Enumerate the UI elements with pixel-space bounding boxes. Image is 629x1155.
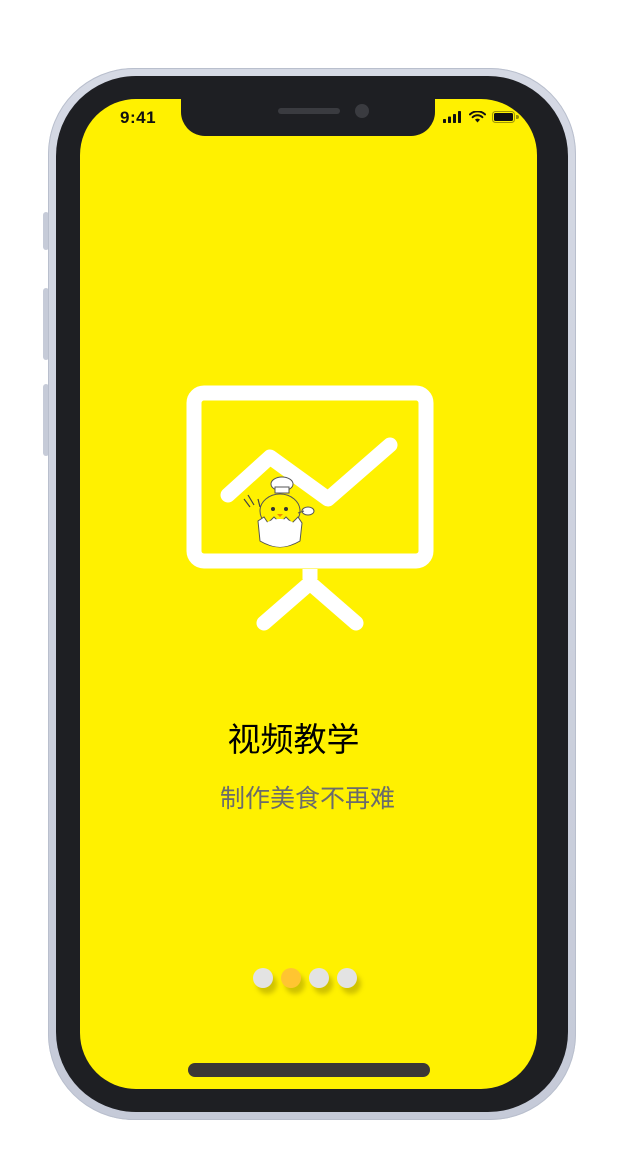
earpiece-speaker bbox=[278, 108, 340, 114]
chick-chef-icon bbox=[243, 476, 315, 548]
page-dot-2[interactable] bbox=[281, 968, 301, 988]
onboarding-title: 视频教学 bbox=[227, 720, 360, 759]
onboarding-subtitle: 制作美食不再难 bbox=[219, 784, 395, 813]
status-icons bbox=[443, 111, 519, 123]
page-dot-4[interactable] bbox=[337, 968, 357, 988]
battery-icon bbox=[492, 111, 519, 123]
wifi-icon bbox=[469, 111, 486, 123]
page-indicator[interactable] bbox=[253, 968, 357, 988]
page-dot-3[interactable] bbox=[309, 968, 329, 988]
status-time: 9:41 bbox=[120, 108, 157, 127]
signal-bars-icon bbox=[443, 111, 461, 123]
front-camera bbox=[355, 104, 369, 118]
home-indicator[interactable] bbox=[188, 1063, 430, 1077]
onboarding-screen[interactable]: 9:41 视频教学 制作美食不再难 bbox=[80, 99, 537, 1089]
page-dot-1[interactable] bbox=[253, 968, 273, 988]
notch bbox=[181, 99, 435, 136]
